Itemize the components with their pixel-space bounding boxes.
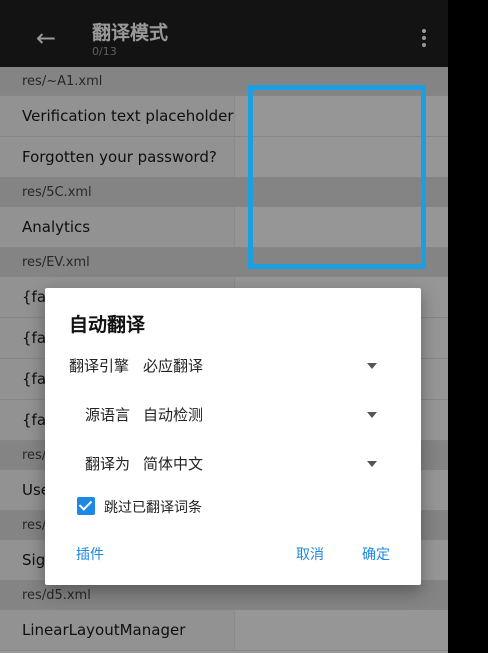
dropdown-arrow-icon	[367, 461, 377, 467]
skip-translated-label: 跳过已翻译词条	[104, 500, 202, 516]
checkbox-checked-icon[interactable]	[77, 497, 95, 515]
dropdown-arrow-icon	[367, 412, 377, 418]
ok-button[interactable]: 确定	[362, 544, 390, 564]
cancel-button[interactable]: 取消	[296, 544, 324, 564]
target-language-label: 翻译为	[85, 455, 131, 473]
source-language-label: 源语言	[85, 406, 131, 424]
skip-translated-checkbox[interactable]: 跳过已翻译词条	[77, 495, 257, 519]
auto-translate-dialog: 自动翻译 翻译引擎 必应翻译 源语言 自动检测 翻译为 简体中文 跳过已翻译词条…	[45, 288, 421, 585]
app-screen: ← 翻译模式 0/13 res/~A1.xml Verification text…	[0, 0, 448, 653]
highlight-box	[248, 85, 426, 269]
target-language-value: 简体中文	[143, 455, 204, 473]
engine-select[interactable]: 翻译引擎 必应翻译	[45, 346, 421, 386]
dialog-title: 自动翻译	[69, 314, 146, 336]
target-language-select[interactable]: 翻译为 简体中文	[45, 444, 421, 484]
source-language-select[interactable]: 源语言 自动检测	[45, 395, 421, 435]
engine-label: 翻译引擎	[69, 357, 130, 375]
dropdown-arrow-icon	[367, 363, 377, 369]
engine-value: 必应翻译	[143, 357, 204, 375]
source-language-value: 自动检测	[143, 406, 204, 424]
plugin-button[interactable]: 插件	[76, 544, 104, 564]
